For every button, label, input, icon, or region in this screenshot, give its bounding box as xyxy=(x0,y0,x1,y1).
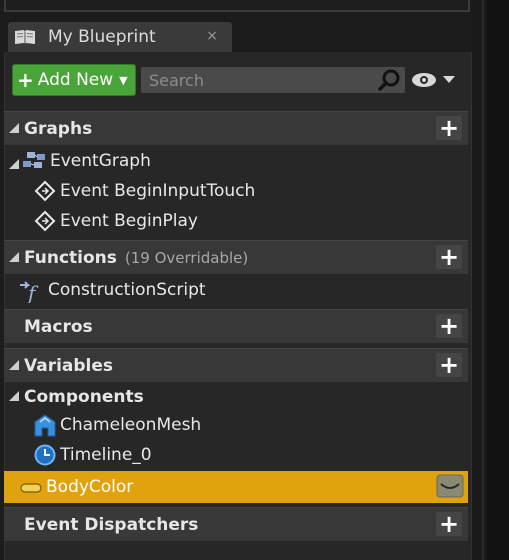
mesh-component-icon xyxy=(34,414,56,437)
right-strip xyxy=(472,0,509,560)
add-event-dispatcher-button[interactable]: + xyxy=(436,512,462,536)
category-components[interactable]: Components xyxy=(4,382,468,412)
function-icon: f xyxy=(18,279,44,305)
svg-text:f: f xyxy=(26,281,39,303)
collapse-arrow-icon[interactable] xyxy=(8,248,20,267)
add-new-label: Add New xyxy=(37,70,114,90)
tree-item-eventgraph[interactable]: EventGraph xyxy=(4,146,468,176)
timeline-clock-icon xyxy=(34,444,56,466)
chevron-down-icon: ▼ xyxy=(119,73,128,87)
section-label: Functions xyxy=(24,247,117,268)
collapse-arrow-icon[interactable] xyxy=(8,356,20,375)
top-frame xyxy=(4,0,470,12)
eye-icon xyxy=(412,73,436,87)
tree-item-label: Event BeginPlay xyxy=(60,211,198,231)
section-macros[interactable]: Macros + xyxy=(4,309,468,343)
view-options-button[interactable] xyxy=(411,70,459,90)
tree-item-bodycolor[interactable]: BodyColor xyxy=(4,471,468,503)
add-macro-button[interactable]: + xyxy=(436,314,462,338)
event-diamond-icon xyxy=(34,210,56,232)
tree-item-event-begininputtouch[interactable]: Event BeginInputTouch xyxy=(4,176,468,206)
close-icon[interactable]: × xyxy=(206,28,218,44)
tab-title: My Blueprint xyxy=(48,27,156,47)
collapse-arrow-icon[interactable] xyxy=(8,155,20,169)
search-box[interactable] xyxy=(141,67,405,93)
add-new-button[interactable]: + Add New ▼ xyxy=(12,64,136,96)
category-label: Components xyxy=(24,387,144,407)
section-label: Macros xyxy=(24,316,93,337)
my-blueprint-panel: My Blueprint × + Add New ▼ Search Graphs… xyxy=(0,0,472,560)
section-event-dispatchers[interactable]: Event Dispatchers + xyxy=(4,507,468,541)
section-label: Event Dispatchers xyxy=(24,514,199,535)
section-variables[interactable]: Variables + xyxy=(4,348,468,382)
tree-item-timeline[interactable]: Timeline_0 xyxy=(4,440,468,470)
collapse-arrow-icon[interactable] xyxy=(8,119,20,138)
tree-item-label: ConstructionScript xyxy=(48,280,206,300)
collapse-arrow-icon[interactable] xyxy=(8,387,20,407)
event-graph-icon xyxy=(22,150,46,172)
search-input[interactable] xyxy=(147,69,371,91)
tree-item-label: BodyColor xyxy=(46,477,134,497)
book-icon xyxy=(14,29,36,45)
tree-item-label: ChameleonMesh xyxy=(60,415,202,435)
tree-item-constructionscript[interactable]: f ConstructionScript xyxy=(4,275,468,305)
tree-item-label: Timeline_0 xyxy=(60,445,152,465)
add-graph-button[interactable]: + xyxy=(436,116,462,140)
tab-my-blueprint[interactable]: My Blueprint × xyxy=(8,22,232,52)
variable-pill-icon xyxy=(20,480,42,494)
divider xyxy=(482,0,484,560)
section-label: Variables xyxy=(24,355,114,376)
section-label: Graphs xyxy=(24,118,93,139)
add-function-button[interactable]: + xyxy=(436,245,462,269)
variable-visibility-icon[interactable] xyxy=(436,474,464,498)
tree-item-label: EventGraph xyxy=(50,151,151,171)
overridable-count: (19 Overridable) xyxy=(124,248,249,267)
section-graphs[interactable]: Graphs + xyxy=(4,111,468,145)
tree-item-label: Event BeginInputTouch xyxy=(60,181,256,201)
event-diamond-icon xyxy=(34,180,56,202)
search-icon[interactable] xyxy=(377,69,401,95)
tree-item-event-beginplay[interactable]: Event BeginPlay xyxy=(4,206,468,236)
graph-edge xyxy=(487,0,509,560)
section-functions[interactable]: Functions (19 Overridable) + xyxy=(4,240,468,274)
tree-item-chameleonmesh[interactable]: ChameleonMesh xyxy=(4,410,468,440)
plus-icon: + xyxy=(17,68,34,92)
add-variable-button[interactable]: + xyxy=(436,353,462,377)
